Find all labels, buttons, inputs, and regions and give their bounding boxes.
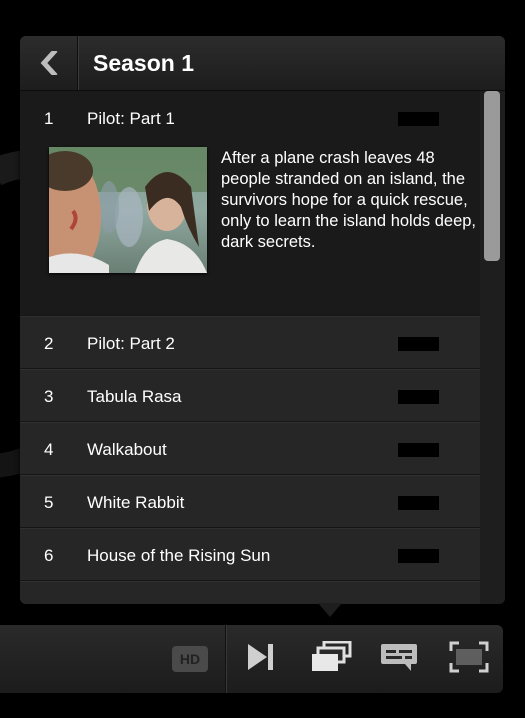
episodes-button[interactable]	[310, 640, 352, 678]
episode-row-1[interactable]: 1 Pilot: Part 1 After a plane crash leav…	[20, 91, 480, 316]
divider	[225, 625, 226, 693]
episode-row-partial[interactable]	[20, 581, 480, 604]
divider	[78, 36, 79, 90]
back-button[interactable]	[20, 36, 78, 90]
episode-duration-redacted	[398, 112, 439, 126]
subtitles-button[interactable]	[379, 641, 419, 677]
scrollbar[interactable]	[480, 91, 505, 604]
chevron-left-icon	[40, 51, 58, 75]
episode-thumbnail[interactable]	[49, 147, 207, 273]
episode-duration-redacted	[398, 443, 439, 457]
scroll-thumb[interactable]	[484, 91, 500, 261]
episodes-panel: Season 1 1 Pilot: Part 1 After a plane c…	[20, 36, 505, 604]
episode-number: 5	[44, 493, 54, 512]
player-screen: Season 1 1 Pilot: Part 1 After a plane c…	[0, 0, 525, 718]
episode-number: 6	[44, 546, 54, 565]
season-title: Season 1	[93, 50, 194, 76]
episode-row-2[interactable]: 2 Pilot: Part 2	[20, 316, 480, 369]
episode-title: Tabula Rasa	[87, 387, 182, 406]
episode-title: House of the Rising Sun	[87, 546, 271, 565]
episode-row-5[interactable]: 5 White Rabbit	[20, 475, 480, 528]
player-control-bar: HD	[0, 625, 503, 693]
next-episode-icon	[245, 642, 277, 677]
fullscreen-icon	[449, 641, 489, 678]
episode-duration-redacted	[398, 496, 439, 510]
episodes-icon	[310, 640, 352, 678]
popup-pointer	[318, 603, 342, 617]
episode-number: 2	[44, 334, 54, 353]
episode-description: After a plane crash leaves 48 people str…	[221, 149, 477, 251]
panel-header: Season 1	[20, 36, 505, 91]
subtitles-icon	[379, 641, 419, 678]
episode-title: Pilot: Part 2	[87, 334, 175, 353]
next-episode-button[interactable]	[244, 641, 278, 677]
episode-number: 1	[44, 109, 54, 128]
episode-row-3[interactable]: 3 Tabula Rasa	[20, 369, 480, 422]
episode-row-4[interactable]: 4 Walkabout	[20, 422, 480, 475]
episode-number: 3	[44, 387, 54, 406]
episode-duration-redacted	[398, 337, 439, 351]
episode-duration-redacted	[398, 549, 439, 563]
episode-title: Pilot: Part 1	[87, 109, 175, 128]
fullscreen-button[interactable]	[449, 641, 489, 677]
episode-title: Walkabout	[87, 440, 167, 459]
episode-row-6[interactable]: 6 House of the Rising Sun	[20, 528, 480, 581]
episode-number: 4	[44, 440, 54, 459]
episode-title: White Rabbit	[87, 493, 185, 512]
hd-button[interactable]: HD	[172, 646, 208, 672]
episode-duration-redacted	[398, 390, 439, 404]
episode-list[interactable]: 1 Pilot: Part 1 After a plane crash leav…	[20, 91, 480, 604]
